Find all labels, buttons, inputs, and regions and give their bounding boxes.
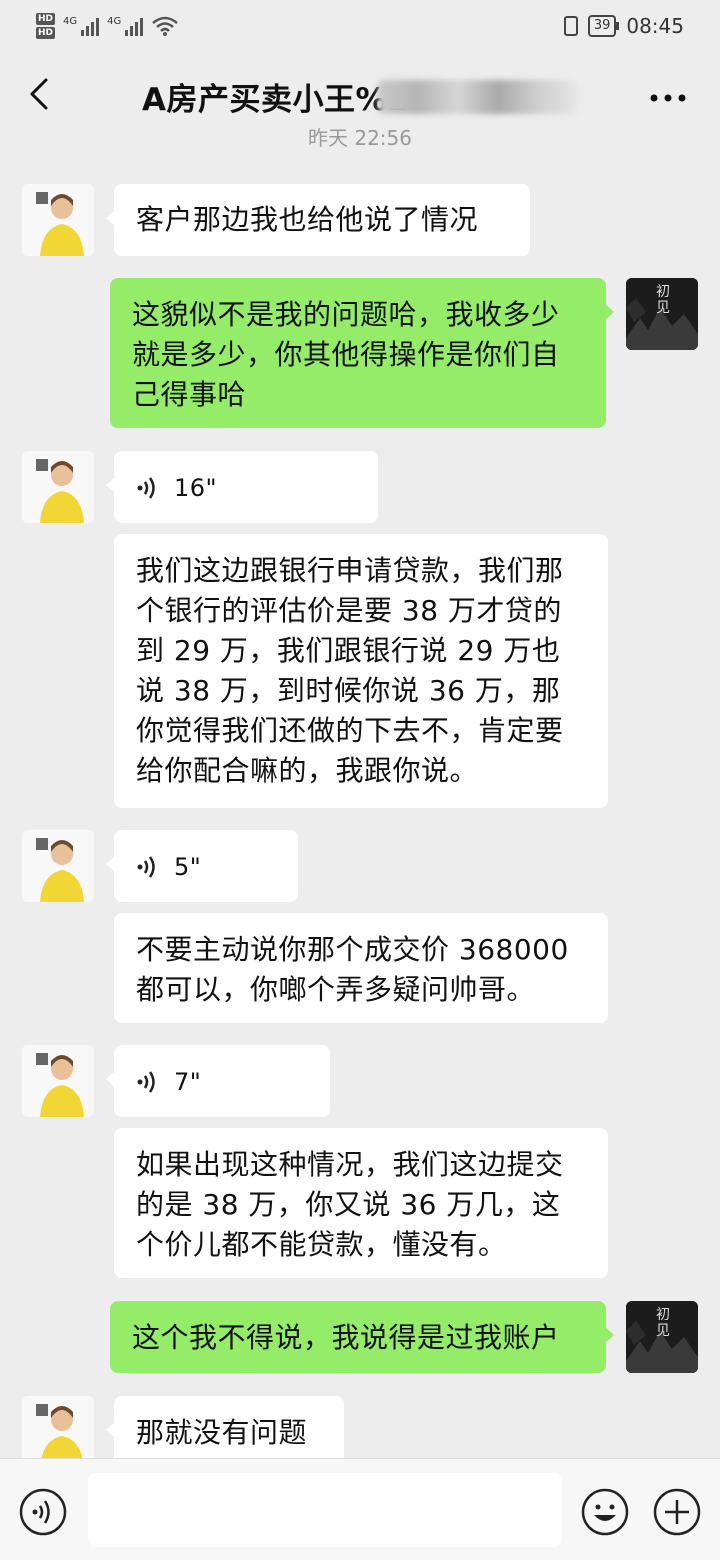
network-type-2: 4G xyxy=(107,16,122,27)
message-bubble[interactable]: 客户那边我也给他说了情况 xyxy=(106,184,530,256)
wifi-icon xyxy=(152,16,179,36)
message-bubble[interactable]: 这个我不得说，我说得是过我账户 xyxy=(110,1301,614,1373)
message-text: 我们这边跟银行申请贷款，我们那个银行的评估价是要 38 万才贷的到 29 万，我… xyxy=(136,554,564,787)
person-avatar-icon xyxy=(22,830,94,902)
hd-badges: HD HD xyxy=(36,13,56,39)
redacted-phone-blur xyxy=(378,80,578,114)
voice-input-icon[interactable] xyxy=(18,1487,68,1537)
message-text: 这个我不得说，我说得是过我账户 xyxy=(132,1321,560,1354)
plus-icon[interactable] xyxy=(652,1487,702,1537)
signal-2-icon: 4G xyxy=(107,16,144,36)
status-bar: HD HD 4G 4G 39 08:45 xyxy=(0,0,720,52)
voice-message: 16" xyxy=(136,468,356,508)
network-type-1: 4G xyxy=(63,16,78,27)
voice-duration: 5" xyxy=(174,853,202,881)
message-text: 这貌似不是我的问题哈，我收多少就是多少，你其他得操作是你们自己得事哈 xyxy=(132,298,560,411)
voice-wave-icon xyxy=(137,477,155,499)
hd-badge-2: HD xyxy=(36,27,56,39)
chat-timestamp: 昨天 22:56 xyxy=(308,126,412,150)
self-avatar-text: 初见 xyxy=(656,284,670,316)
emoji-icon[interactable] xyxy=(580,1487,630,1537)
message-input[interactable] xyxy=(88,1473,562,1547)
hd-badge-1: HD xyxy=(36,13,56,25)
chat-title: A房产买卖小王%1 xyxy=(142,82,410,118)
person-avatar-icon xyxy=(22,451,94,523)
voice-wave-icon xyxy=(137,856,155,878)
chevron-left-icon[interactable] xyxy=(22,74,62,114)
person-avatar-icon xyxy=(22,1045,94,1117)
self-avatar[interactable]: 初见 xyxy=(626,278,698,350)
message-text: 客户那边我也给他说了情况 xyxy=(136,203,479,236)
more-dots-icon[interactable] xyxy=(648,92,688,104)
message-bubble[interactable]: 这貌似不是我的问题哈，我收多少就是多少，你其他得操作是你们自己得事哈 xyxy=(110,278,614,428)
contact-avatar[interactable] xyxy=(22,184,94,256)
person-avatar-icon xyxy=(22,184,94,256)
voice-duration: 7" xyxy=(174,1068,202,1096)
chat-input-bar xyxy=(0,1458,720,1560)
status-right: 39 08:45 xyxy=(563,14,684,38)
status-left: HD HD 4G 4G xyxy=(36,13,179,39)
message-text: 那就没有问题 xyxy=(136,1416,308,1449)
contact-avatar[interactable] xyxy=(22,830,94,902)
vibrate-icon xyxy=(563,16,578,36)
voice-message-bubble[interactable]: 16" xyxy=(106,451,378,523)
voice-message: 7" xyxy=(136,1062,308,1102)
contact-avatar[interactable] xyxy=(22,451,94,523)
message-bubble[interactable]: 不要主动说你那个成交价 368000 都可以，你啷个弄多疑问帅哥。 xyxy=(114,913,608,1023)
battery-indicator: 39 xyxy=(587,15,619,37)
self-avatar[interactable]: 初见 xyxy=(626,1301,698,1373)
message-bubble[interactable]: 如果出现这种情况，我们这边提交的是 38 万，你又说 36 万几，这个价儿都不能… xyxy=(114,1128,608,1278)
status-time: 08:45 xyxy=(626,14,684,38)
voice-message-bubble[interactable]: 5" xyxy=(106,830,298,902)
message-text: 如果出现这种情况，我们这边提交的是 38 万，你又说 36 万几，这个价儿都不能… xyxy=(136,1148,564,1261)
voice-message-bubble[interactable]: 7" xyxy=(106,1045,330,1117)
voice-message: 5" xyxy=(136,847,276,887)
voice-wave-icon xyxy=(137,1071,155,1093)
message-bubble[interactable]: 我们这边跟银行申请贷款，我们那个银行的评估价是要 38 万才贷的到 29 万，我… xyxy=(114,534,608,808)
message-text: 不要主动说你那个成交价 368000 都可以，你啷个弄多疑问帅哥。 xyxy=(136,933,569,1006)
contact-avatar[interactable] xyxy=(22,1045,94,1117)
self-avatar-text: 初见 xyxy=(656,1307,670,1339)
voice-duration: 16" xyxy=(174,474,218,502)
signal-1-icon: 4G xyxy=(63,16,100,36)
